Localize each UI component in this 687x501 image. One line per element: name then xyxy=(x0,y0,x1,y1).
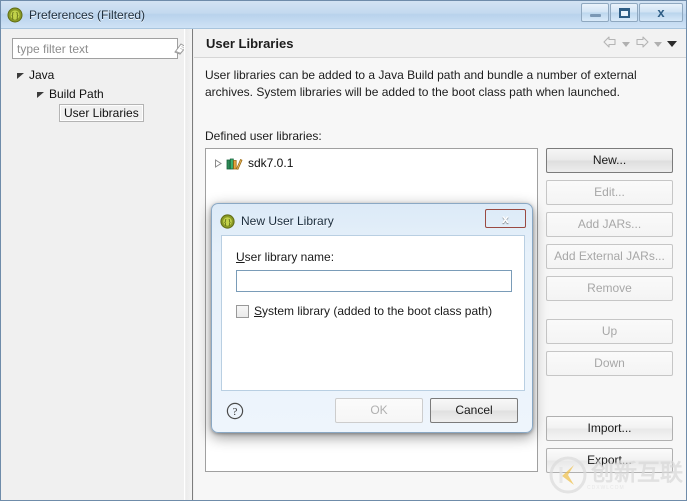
tree-item-java[interactable]: Java xyxy=(1,65,184,84)
page-nav-icons xyxy=(599,35,678,52)
preferences-sidebar: Java Build Path User Libraries xyxy=(1,29,187,500)
view-menu-chevron-down-icon[interactable] xyxy=(666,37,678,51)
window-frame: {} Preferences (Filtered) x type filter … xyxy=(0,0,687,501)
list-item[interactable]: sdk7.0.1 xyxy=(206,153,537,173)
down-button: Down xyxy=(546,351,673,376)
import-button[interactable]: Import... xyxy=(546,416,673,441)
dialog-title: New User Library xyxy=(241,214,334,228)
maximize-button[interactable] xyxy=(610,3,638,22)
close-button[interactable]: x xyxy=(639,3,683,22)
label-rest: ser library name: xyxy=(244,250,335,264)
ok-button: OK xyxy=(335,398,423,423)
mnemonic-char: U xyxy=(236,250,245,264)
tree-item-label: Java xyxy=(29,67,55,82)
search-input[interactable] xyxy=(13,40,172,57)
window-title: Preferences (Filtered) xyxy=(29,7,146,22)
system-library-checkbox[interactable] xyxy=(236,304,249,318)
filter-box[interactable] xyxy=(12,38,187,59)
dialog-footer: ? OK Cancel xyxy=(221,396,525,426)
tree-item-label: User Libraries xyxy=(59,103,144,122)
title-bar: {} Preferences (Filtered) x xyxy=(1,1,686,29)
user-library-name-label: User library name: xyxy=(236,250,334,264)
library-action-buttons: New... Edit... Add JARs... Add External … xyxy=(546,148,673,480)
page-header: User Libraries xyxy=(194,29,686,58)
system-library-checkbox-row[interactable]: System library (added to the boot class … xyxy=(236,304,492,318)
twisty-collapsed-icon[interactable] xyxy=(212,158,223,169)
eclipse-preferences-icon: {} xyxy=(7,7,23,23)
dialog-close-button[interactable]: x xyxy=(485,209,526,228)
forward-menu-chevron-down-icon[interactable] xyxy=(653,37,663,51)
back-menu-chevron-down-icon[interactable] xyxy=(621,37,631,51)
minimize-icon xyxy=(589,14,601,17)
svg-text:{}: {} xyxy=(223,216,231,226)
maximize-icon xyxy=(618,7,630,18)
export-button[interactable]: Export... xyxy=(546,448,673,473)
eclipse-dialog-icon: {} xyxy=(220,213,235,229)
edit-button: Edit... xyxy=(546,180,673,205)
mnemonic-char: S xyxy=(254,304,263,318)
button-group-gap-4 xyxy=(546,405,673,416)
button-group-gap-2 xyxy=(546,383,673,394)
cancel-button[interactable]: Cancel xyxy=(430,398,518,423)
minimize-button[interactable] xyxy=(581,3,609,22)
preferences-tree: Java Build Path User Libraries xyxy=(1,65,184,122)
list-item-label: sdk7.0.1 xyxy=(248,156,294,170)
twisty-expanded-icon[interactable] xyxy=(15,69,26,80)
preferences-window: {} Preferences (Filtered) x type filter … xyxy=(0,0,687,501)
tree-item-label: Build Path xyxy=(49,86,104,101)
button-group-gap-3 xyxy=(546,394,673,405)
up-button: Up xyxy=(546,319,673,344)
add-jars-button: Add JARs... xyxy=(546,212,673,237)
forward-arrow-icon[interactable] xyxy=(634,35,650,52)
back-arrow-icon[interactable] xyxy=(602,35,618,52)
library-books-icon xyxy=(226,156,243,170)
close-icon: x xyxy=(502,211,509,226)
remove-button: Remove xyxy=(546,276,673,301)
defined-libraries-label: Defined user libraries: xyxy=(205,129,322,143)
page-description: User libraries can be added to a Java Bu… xyxy=(205,68,637,99)
sidebar-item-user-libraries[interactable]: User Libraries xyxy=(1,103,184,122)
system-library-label: System library (added to the boot class … xyxy=(254,304,492,318)
svg-text:{}: {} xyxy=(11,10,20,20)
add-external-jars-button: Add External JARs... xyxy=(546,244,673,269)
twisty-expanded-icon[interactable] xyxy=(35,88,46,99)
pane-divider-handle[interactable] xyxy=(186,29,192,500)
pane-divider[interactable] xyxy=(184,29,193,500)
new-button[interactable]: New... xyxy=(546,148,673,173)
label-rest: ystem library (added to the boot class p… xyxy=(262,304,493,318)
window-controls: x xyxy=(580,3,683,22)
help-question-icon[interactable]: ? xyxy=(226,402,244,420)
new-user-library-dialog: {} New User Library x User library name:… xyxy=(211,203,533,433)
svg-text:?: ? xyxy=(233,406,238,418)
page-title: User Libraries xyxy=(206,35,294,51)
tree-item-build-path[interactable]: Build Path xyxy=(1,84,184,103)
user-library-name-input[interactable] xyxy=(236,270,512,292)
close-icon: x xyxy=(657,5,665,20)
dialog-title-bar: {} New User Library x xyxy=(216,208,528,234)
dialog-content: User library name: System library (added… xyxy=(221,235,525,391)
button-group-gap xyxy=(546,308,673,319)
